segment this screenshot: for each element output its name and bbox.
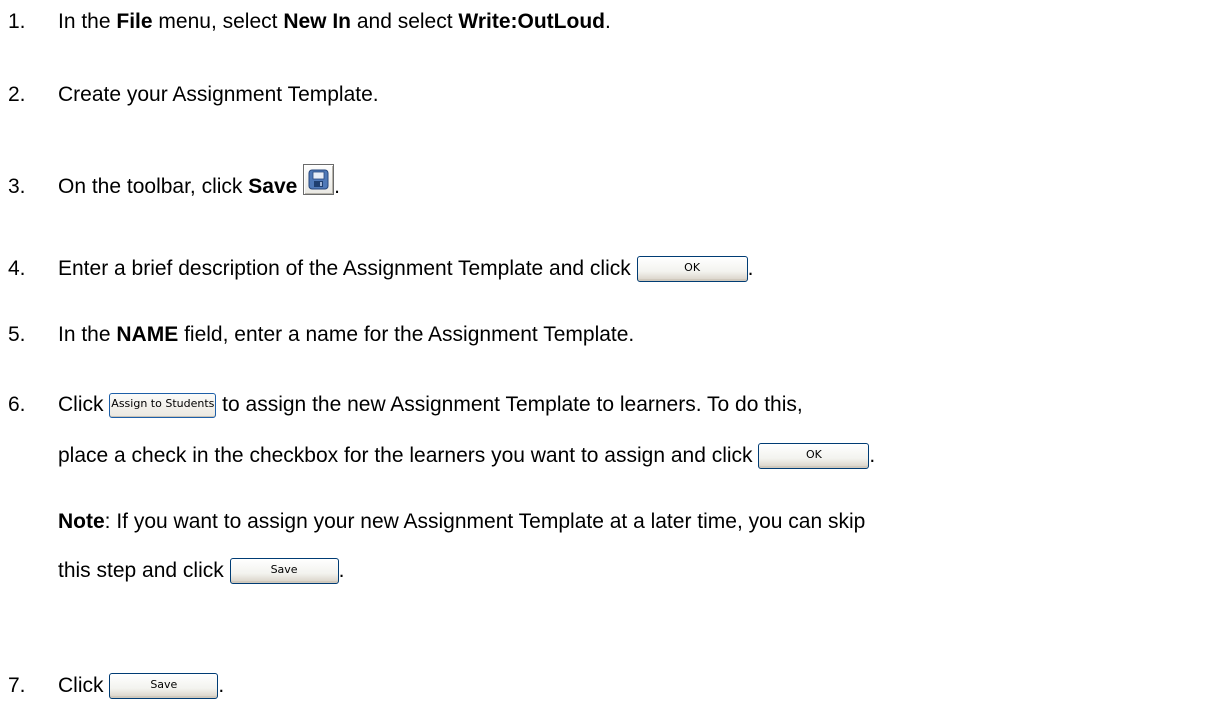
- note: Note: If you want to assign your new Ass…: [58, 510, 866, 533]
- write-outloud-label: Write:OutLoud: [458, 10, 605, 33]
- ok-button: OK: [636, 256, 748, 283]
- floppy-disk-icon: [303, 164, 335, 195]
- step-number: 6.: [8, 393, 26, 416]
- step-6: 6. Click Assign to Students to assign the…: [8, 389, 803, 421]
- note-label: Note: [58, 510, 105, 533]
- step-number: 1.: [8, 10, 26, 33]
- ok-button: OK: [758, 443, 870, 470]
- step-6-line-2: place a check in the checkbox for the le…: [58, 440, 875, 472]
- step-number: 4.: [8, 257, 26, 280]
- step-1: 1. In the File menu, select New In and se…: [8, 6, 611, 38]
- new-in-label: New In: [283, 10, 351, 33]
- save-button: Save: [109, 673, 219, 700]
- step-number: 5.: [8, 323, 26, 346]
- file-menu-label: File: [116, 10, 153, 33]
- save-button: Save: [229, 558, 339, 585]
- assign-to-students-button: Assign to Students: [109, 392, 217, 418]
- step-5: 5. In the NAME field, enter a name for th…: [8, 319, 634, 351]
- name-field-label: NAME: [116, 323, 179, 346]
- step-3: 3. On the toolbar, click Save .: [8, 164, 340, 200]
- step-7: 7. Click Save.: [8, 670, 224, 702]
- instructions-document: 1. In the File menu, select New In and se…: [0, 0, 1210, 717]
- step-number: 3.: [8, 175, 26, 198]
- step-4: 4. Enter a brief description of the Assig…: [8, 253, 753, 285]
- note-line-2: this step and click Save.: [58, 555, 344, 587]
- step-2: 2. Create your Assignment Template.: [8, 79, 379, 111]
- step-number: 2.: [8, 83, 26, 106]
- save-label: Save: [248, 175, 298, 198]
- step-number: 7.: [8, 674, 26, 697]
